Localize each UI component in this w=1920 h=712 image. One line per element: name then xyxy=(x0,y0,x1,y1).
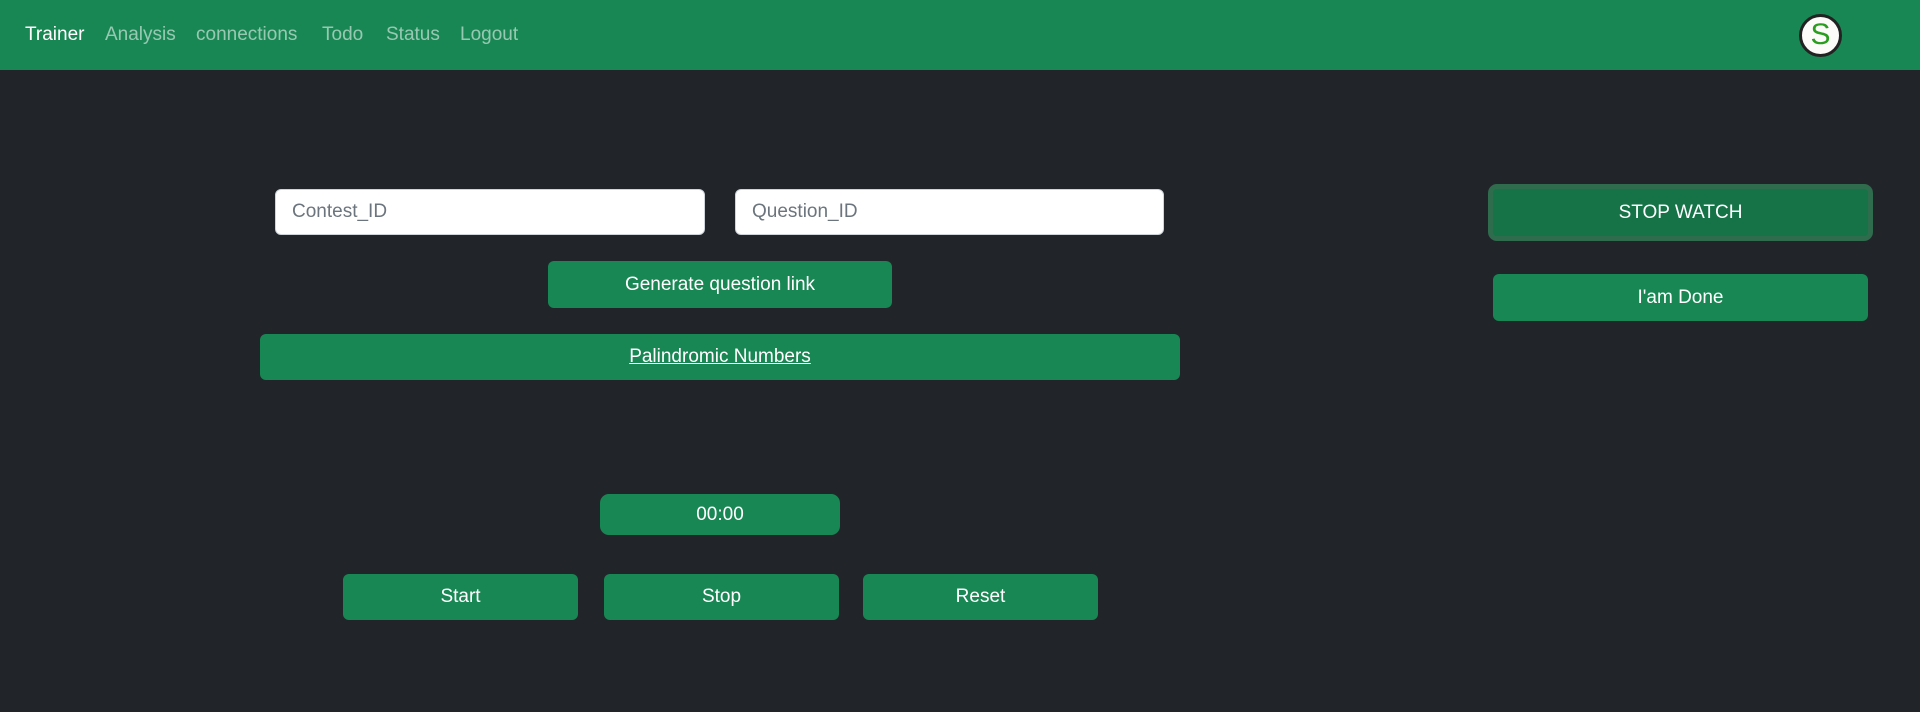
contest-id-input[interactable] xyxy=(275,189,705,235)
question-link[interactable]: Palindromic Numbers xyxy=(260,334,1180,380)
stop-button[interactable]: Stop xyxy=(604,574,839,620)
nav-status[interactable]: Status xyxy=(386,24,440,46)
navbar: Trainer Analysis connections Todo Status… xyxy=(0,0,1920,70)
done-button[interactable]: I'am Done xyxy=(1493,274,1868,321)
generate-link-button[interactable]: Generate question link xyxy=(548,261,892,308)
reset-button[interactable]: Reset xyxy=(863,574,1098,620)
timer-display: 00:00 xyxy=(600,494,840,535)
nav-logout[interactable]: Logout xyxy=(460,24,518,46)
start-button[interactable]: Start xyxy=(343,574,578,620)
avatar[interactable]: S xyxy=(1799,14,1842,57)
nav-trainer[interactable]: Trainer xyxy=(25,24,84,46)
nav-analysis[interactable]: Analysis xyxy=(105,24,176,46)
question-id-input[interactable] xyxy=(735,189,1164,235)
stopwatch-button[interactable]: STOP WATCH xyxy=(1488,184,1873,241)
nav-connections[interactable]: connections xyxy=(196,24,297,46)
nav-todo[interactable]: Todo xyxy=(322,24,363,46)
